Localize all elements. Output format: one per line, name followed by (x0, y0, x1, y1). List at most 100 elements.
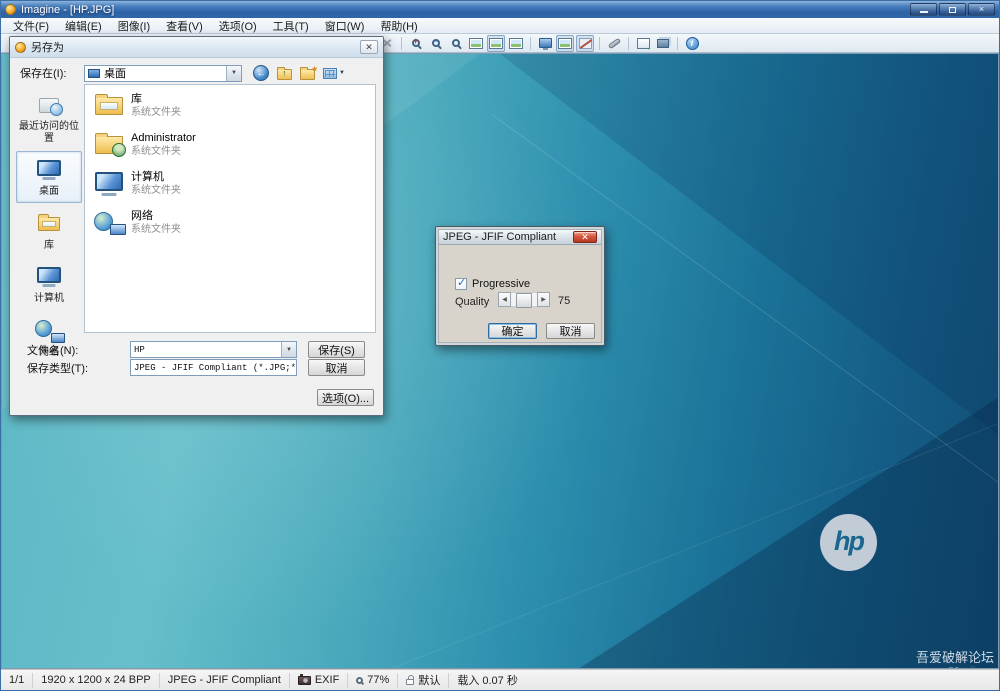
about-icon[interactable] (683, 35, 701, 52)
wrench-icon[interactable] (605, 35, 623, 52)
save-dialog-close-button[interactable]: ✕ (360, 40, 378, 54)
maximize-button[interactable] (939, 3, 966, 16)
slider-right-arrow[interactable] (537, 292, 550, 307)
slider-left-arrow[interactable] (498, 292, 511, 307)
app-icon (5, 4, 16, 15)
jpeg-dialog-title-bar[interactable]: JPEG - JFIF Compliant ✕ (439, 230, 601, 245)
fit-window-icon[interactable] (487, 35, 505, 52)
file-type: 系统文件夹 (131, 224, 181, 236)
save-type-row: 保存类型(T): JPEG - JFIF Compliant (*.JPG;*.… (18, 359, 375, 376)
file-name-row: 文件名(N): HP 保存(S) (18, 341, 375, 358)
status-profile[interactable]: 默认 (398, 673, 449, 688)
menu-window[interactable]: 窗口(W) (317, 18, 373, 33)
menu-tools[interactable]: 工具(T) (265, 18, 317, 33)
menu-bar: 文件(F) 编辑(E) 图像(I) 查看(V) 选项(O) 工具(T) 窗口(W… (1, 18, 999, 34)
new-folder-icon[interactable] (300, 69, 315, 80)
title-bar: Imagine - [HP.JPG] × (1, 1, 999, 18)
jpeg-cancel-button[interactable]: 取消 (546, 323, 595, 339)
status-dimensions: 1920 x 1200 x 24 BPP (33, 673, 159, 688)
status-load-time: 载入 0.07 秒 (449, 673, 526, 688)
menu-options[interactable]: 选项(O) (211, 18, 265, 33)
save-type-value: JPEG - JFIF Compliant (*.JPG;*.JPE;* (134, 363, 297, 373)
magnifier-icon (356, 677, 363, 684)
menu-view[interactable]: 查看(V) (158, 18, 211, 33)
file-type: 系统文件夹 (131, 107, 181, 119)
toolbar-separator (599, 37, 600, 50)
views-button[interactable]: ▼ (323, 68, 345, 79)
up-folder-icon[interactable] (277, 69, 292, 80)
user-folder-icon (95, 136, 123, 154)
slider-thumb[interactable] (516, 293, 532, 308)
toolbar-separator (677, 37, 678, 50)
close-icon: × (979, 5, 984, 14)
place-recent[interactable]: 最近访问的位置 (16, 86, 82, 149)
save-as-dialog: 另存为 ✕ 保存在(I): 桌面 ▼ (9, 36, 384, 416)
network-icon (35, 320, 63, 342)
close-button[interactable]: × (968, 3, 995, 16)
options-button[interactable]: 选项(O)... (317, 389, 374, 406)
place-desktop[interactable]: 桌面 (16, 151, 82, 203)
computer-icon (95, 172, 123, 191)
status-bar: 1/1 1920 x 1200 x 24 BPP JPEG - JFIF Com… (1, 669, 999, 690)
actual-size-icon[interactable] (507, 35, 525, 52)
computer-icon (37, 267, 61, 283)
exif-label: EXIF (315, 674, 339, 686)
toolbar-separator (628, 37, 629, 50)
menu-image[interactable]: 图像(I) (110, 18, 158, 33)
save-dialog-toolbar: 保存在(I): 桌面 ▼ (20, 64, 373, 82)
list-item[interactable]: 网络 系统文件夹 (91, 208, 369, 238)
libraries-icon (95, 97, 123, 115)
desktop-mini-icon (88, 69, 100, 78)
save-in-label: 保存在(I): (20, 65, 84, 81)
toolbar-separator (530, 37, 531, 50)
combo-dropdown-icon[interactable] (281, 342, 296, 357)
file-name-value: HP (134, 345, 145, 355)
desktop-icon (37, 160, 61, 176)
place-libraries[interactable]: 库 (16, 205, 82, 257)
status-exif[interactable]: EXIF (290, 673, 348, 688)
save-dialog-title-bar[interactable]: 另存为 ✕ (10, 37, 383, 58)
fullscreen-icon[interactable] (536, 35, 554, 52)
zoom-select-icon[interactable] (447, 35, 465, 52)
lock-edit-icon[interactable] (576, 35, 594, 52)
save-button[interactable]: 保存(S) (308, 341, 365, 358)
jpeg-dialog-body: JPEG - JFIF Compliant ✕ Progressive Qual… (438, 229, 602, 343)
resize-image-icon[interactable] (467, 35, 485, 52)
wallpaper-icon[interactable] (556, 35, 574, 52)
file-list: 库 系统文件夹 Administrator 系统文件夹 计算机 系统文件夹 (84, 84, 376, 333)
close-icon: ✕ (365, 42, 373, 53)
views-caret-icon: ▼ (339, 70, 345, 76)
menu-file[interactable]: 文件(F) (5, 18, 57, 33)
menu-edit[interactable]: 编辑(E) (57, 18, 110, 33)
profile-label: 默认 (418, 672, 440, 688)
jpeg-close-button[interactable]: ✕ (573, 231, 597, 243)
places-bar: 最近访问的位置 桌面 库 计算机 网络 (16, 86, 82, 331)
place-label: 库 (44, 240, 54, 252)
lock-icon (406, 679, 414, 685)
status-zoom[interactable]: 77% (348, 673, 398, 688)
save-all-icon[interactable] (654, 35, 672, 52)
list-item[interactable]: 库 系统文件夹 (91, 91, 369, 121)
batch-convert-icon[interactable] (634, 35, 652, 52)
file-name-input[interactable]: HP (130, 341, 297, 358)
save-type-combo[interactable]: JPEG - JFIF Compliant (*.JPG;*.JPE;* (130, 359, 297, 376)
save-in-combo[interactable]: 桌面 (84, 65, 242, 82)
maximize-icon (949, 7, 956, 13)
list-item[interactable]: Administrator 系统文件夹 (91, 130, 369, 160)
place-computer[interactable]: 计算机 (16, 258, 82, 310)
ok-button[interactable]: 确定 (488, 323, 537, 339)
forum-watermark: 吾爱破解论坛 www.52pojie.cn (916, 651, 994, 669)
list-item[interactable]: 计算机 系统文件夹 (91, 169, 369, 199)
minimize-button[interactable] (910, 3, 937, 16)
toolbar-separator (401, 37, 402, 50)
zoom-out-icon[interactable] (427, 35, 445, 52)
combo-dropdown-icon[interactable] (226, 66, 241, 81)
zoom-level: 77% (367, 674, 389, 686)
back-icon[interactable] (253, 65, 269, 81)
status-format: JPEG - JFIF Compliant (160, 673, 290, 688)
progressive-checkbox[interactable] (455, 278, 467, 290)
cancel-button[interactable]: 取消 (308, 359, 365, 376)
slider-track[interactable] (511, 292, 537, 307)
menu-help[interactable]: 帮助(H) (372, 18, 425, 33)
zoom-in-icon[interactable] (407, 35, 425, 52)
